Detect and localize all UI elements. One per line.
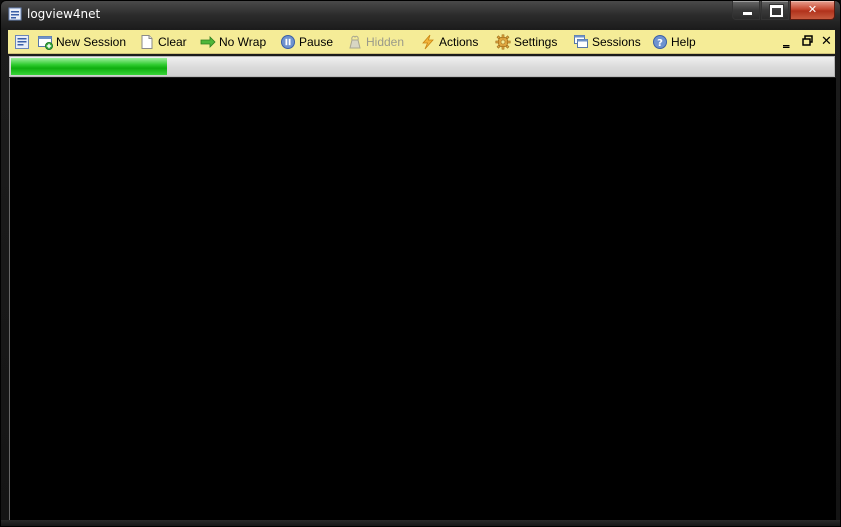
close-button[interactable]: ✕ (790, 1, 835, 20)
sessions-label: Sessions (592, 34, 641, 49)
mdi-minimize-icon: ‗ (783, 34, 790, 49)
progress-bar (9, 56, 835, 77)
new-session-icon (37, 34, 53, 50)
actions-button[interactable]: Actions (420, 33, 478, 50)
sessions-button[interactable]: Sessions (573, 33, 641, 50)
close-icon: ✕ (807, 3, 818, 16)
minimize-icon (742, 11, 753, 16)
clear-page-icon (139, 34, 155, 50)
lightning-icon (420, 34, 436, 50)
mdi-minimize-button[interactable]: ‗ (783, 34, 790, 49)
no-wrap-button[interactable]: No Wrap (200, 33, 266, 50)
settings-label: Settings (514, 34, 558, 49)
pause-icon (280, 34, 296, 50)
no-wrap-label: No Wrap (219, 34, 267, 49)
toolbar: New Session Clear No Wrap Pause Hidden A… (8, 30, 835, 54)
hidden-label: Hidden (366, 34, 405, 49)
window-bottom-border (1, 520, 840, 526)
caption-buttons: ✕ (731, 1, 835, 21)
help-label: Help (671, 34, 696, 49)
hidden-icon (347, 34, 363, 50)
progress-fill (11, 58, 167, 75)
mdi-window-icon[interactable] (14, 33, 30, 50)
app-icon (8, 7, 22, 21)
actions-label: Actions (439, 34, 479, 49)
log-output-area[interactable] (9, 78, 836, 520)
gear-icon (495, 34, 511, 50)
maximize-icon (770, 5, 783, 17)
pause-label: Pause (299, 34, 334, 49)
svg-text:?: ? (657, 38, 663, 49)
help-button[interactable]: ? Help (652, 33, 696, 50)
settings-button[interactable]: Settings (495, 33, 557, 50)
windows-icon (573, 34, 589, 50)
new-session-label: New Session (56, 34, 127, 49)
clear-label: Clear (158, 34, 187, 49)
mdi-close-icon: ✕ (821, 34, 832, 49)
app-window: logview4net ✕ New Session Clear No Wrap … (0, 0, 841, 527)
window-title: logview4net (27, 7, 101, 21)
help-icon: ? (652, 34, 668, 50)
arrow-right-icon (200, 34, 216, 50)
new-session-button[interactable]: New Session (37, 33, 126, 50)
minimize-button[interactable] (732, 1, 760, 20)
pause-button[interactable]: Pause (280, 33, 333, 50)
mdi-restore-button[interactable] (802, 34, 813, 48)
maximize-button[interactable] (761, 1, 789, 20)
title-bar[interactable]: logview4net ✕ (1, 1, 840, 29)
clear-button[interactable]: Clear (139, 33, 187, 50)
mdi-close-button[interactable]: ✕ (821, 34, 832, 49)
mdi-restore-icon (802, 34, 813, 48)
hidden-button[interactable]: Hidden (347, 33, 404, 50)
